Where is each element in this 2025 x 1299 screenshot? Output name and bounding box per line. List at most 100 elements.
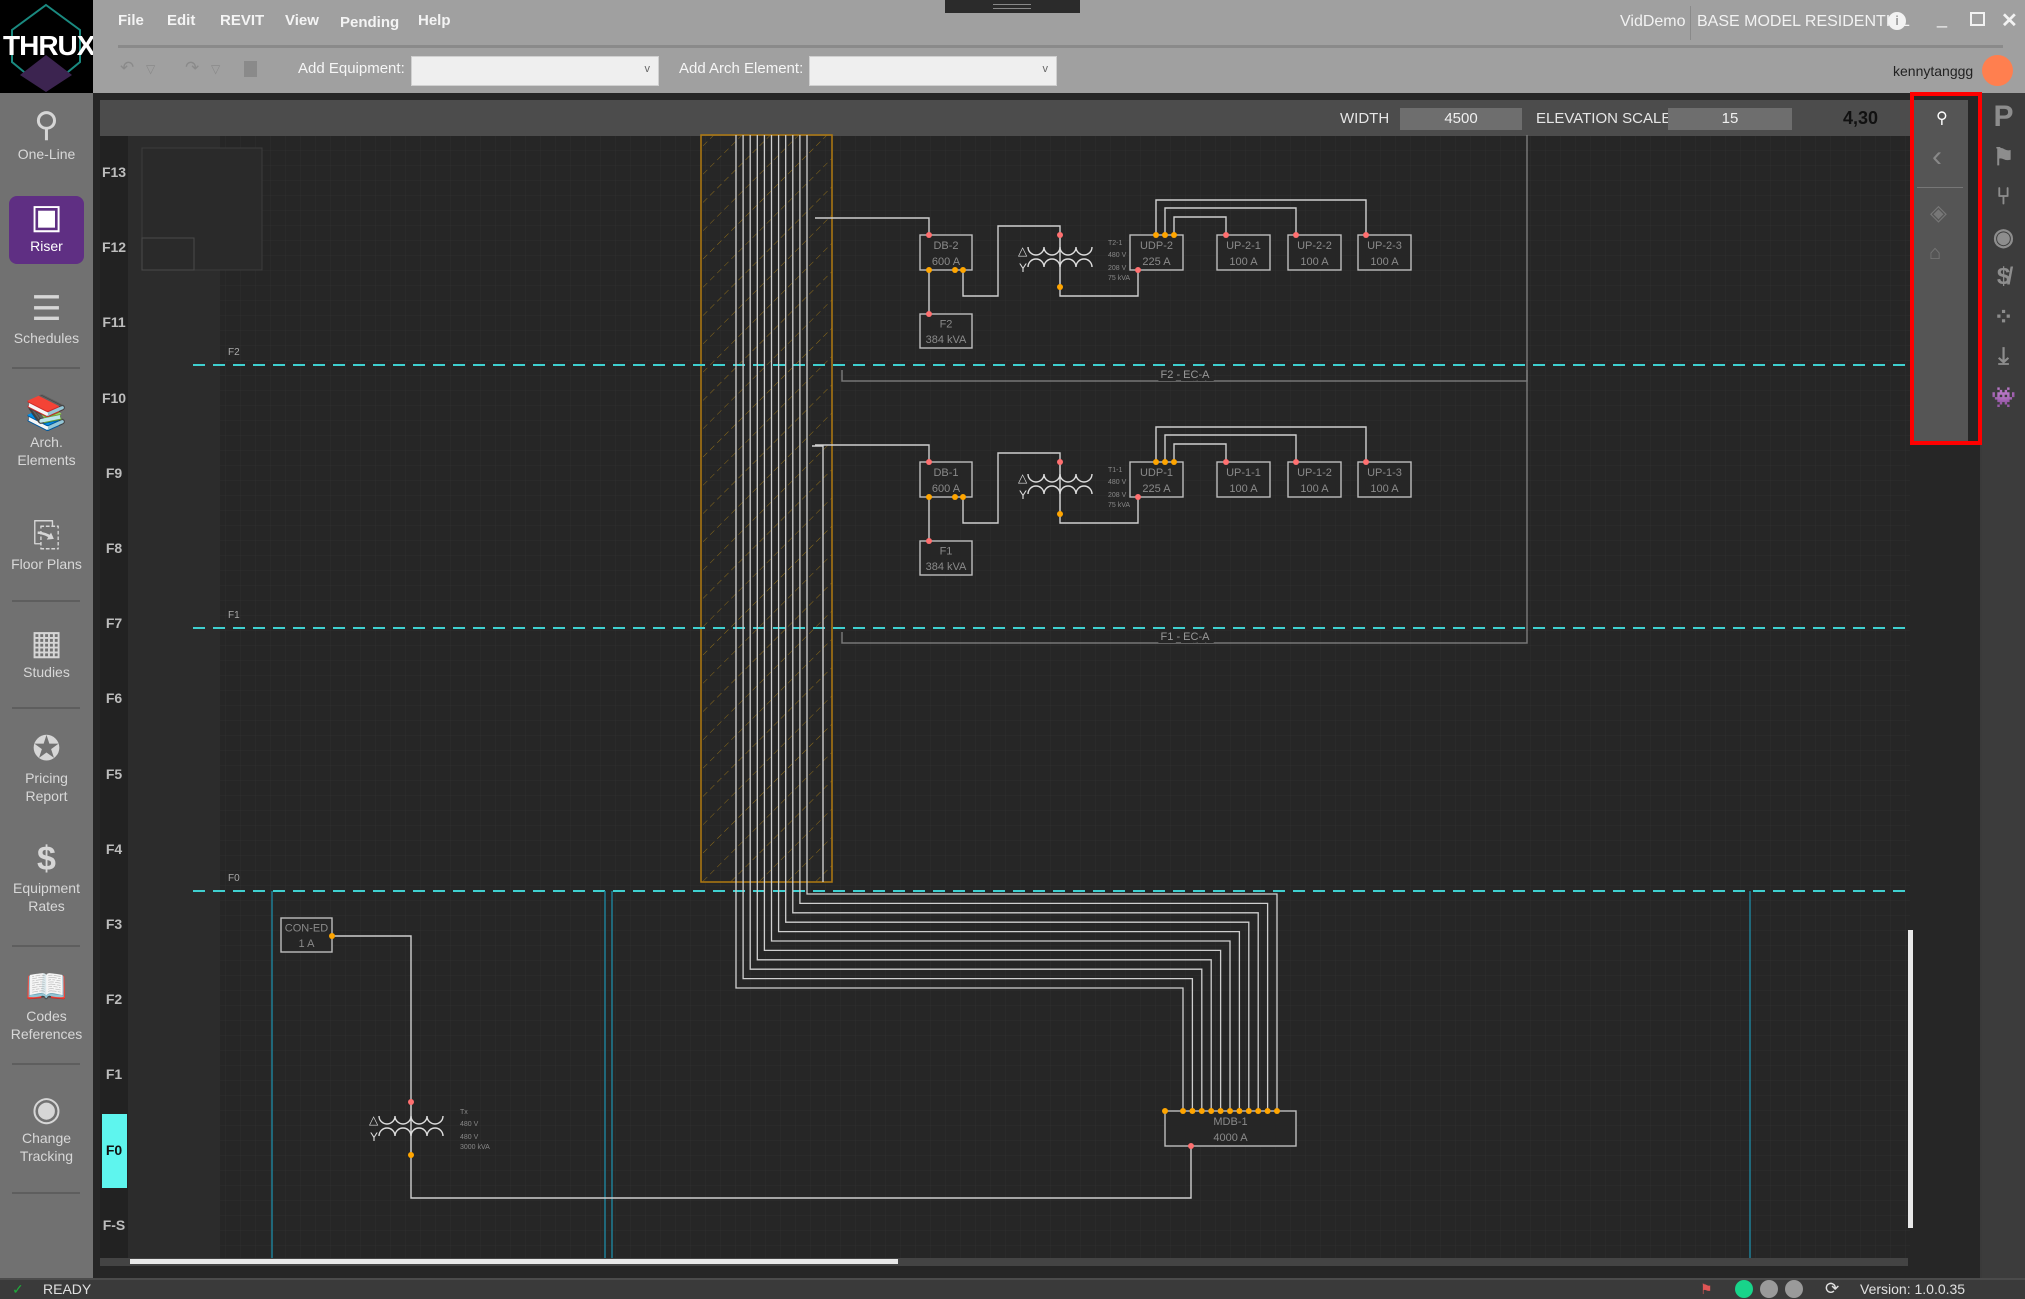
equipment-up13[interactable]: UP-1-3100 A — [1358, 462, 1411, 497]
connection-pin[interactable] — [1246, 1108, 1252, 1114]
branch-icon[interactable]: ⑂ — [1982, 183, 2025, 211]
equipment-rating: 100 A — [1370, 256, 1399, 268]
wye-symbol: Y — [370, 1130, 378, 1144]
connection-pin[interactable] — [1223, 459, 1229, 465]
connection-pin[interactable] — [1180, 1108, 1186, 1114]
connection-pin[interactable] — [1153, 232, 1159, 238]
connection-pin[interactable] — [926, 494, 932, 500]
connection-pin[interactable] — [1293, 232, 1299, 238]
connection-pin[interactable] — [408, 1152, 414, 1158]
transformer-label: 480 V — [460, 1134, 479, 1141]
p-icon[interactable]: P — [1982, 100, 2025, 134]
equipment-up11[interactable]: UP-1-1100 A — [1217, 462, 1270, 497]
connection-pin[interactable] — [1189, 1108, 1195, 1114]
connection-pin[interactable] — [926, 267, 932, 273]
connection-pin[interactable] — [1227, 1108, 1233, 1114]
status-bar — [0, 1278, 2025, 1299]
equipment-up23[interactable]: UP-2-3100 A — [1358, 235, 1411, 270]
sync-icon[interactable]: ⟳ — [1825, 1279, 1839, 1299]
riser-shaft[interactable] — [701, 135, 832, 882]
connection-pin[interactable] — [1171, 459, 1177, 465]
equipment-rating: 600 A — [932, 483, 961, 495]
connection-pin[interactable] — [1162, 232, 1168, 238]
equipment-name: CON-ED — [285, 923, 328, 935]
connection-pin[interactable] — [952, 267, 958, 273]
connection-pin[interactable] — [1199, 1108, 1205, 1114]
equipment-rating: 100 A — [1229, 483, 1258, 495]
connection-pin[interactable] — [1265, 1108, 1271, 1114]
connection-pin[interactable] — [926, 538, 932, 544]
equipment-up12[interactable]: UP-1-2100 A — [1288, 462, 1341, 497]
flag-icon[interactable]: ⚑ — [1700, 1281, 1713, 1298]
transformer-label: 75 kVA — [1108, 502, 1130, 509]
connection-pin[interactable] — [960, 267, 966, 273]
no-dollar-icon[interactable]: $̸ — [1982, 263, 2025, 291]
equipment-coned[interactable]: CON-ED1 A — [281, 918, 332, 952]
connection-pin[interactable] — [1236, 1108, 1242, 1114]
connection-pin[interactable] — [1171, 232, 1177, 238]
equipment-rating: 100 A — [1300, 256, 1329, 268]
connection-pin[interactable] — [1223, 232, 1229, 238]
connection-pin[interactable] — [1188, 1143, 1194, 1149]
delta-symbol: △ — [1018, 471, 1028, 485]
connection-pin[interactable] — [1057, 459, 1063, 465]
equipment-rating: 100 A — [1300, 483, 1329, 495]
download-icon[interactable]: ⤓ — [1982, 343, 2025, 371]
connection-pin[interactable] — [1363, 459, 1369, 465]
equipment-name: DB-1 — [933, 467, 958, 479]
equipment-udp2[interactable]: UDP-2225 A — [1130, 235, 1183, 270]
horizontal-scrollbar-thumb[interactable] — [130, 1259, 898, 1264]
connection-pin[interactable] — [1363, 232, 1369, 238]
connection-pin[interactable] — [960, 494, 966, 500]
transformer-label: T2-1 — [1108, 240, 1123, 247]
connection-pin[interactable] — [1208, 1108, 1214, 1114]
check-icon: ✓ — [12, 1281, 24, 1298]
level-label-f2: F2 — [228, 347, 240, 358]
connection-pin[interactable] — [926, 459, 932, 465]
equipment-rating: 225 A — [1142, 256, 1171, 268]
lightning-green-icon[interactable] — [1735, 1280, 1753, 1298]
equipment-f2[interactable]: F2384 kVA — [920, 314, 972, 348]
minimap[interactable] — [142, 148, 262, 270]
equipment-up22[interactable]: UP-2-2100 A — [1288, 235, 1341, 270]
connection-pin[interactable] — [1293, 459, 1299, 465]
grid-dots-icon[interactable]: ⁘ — [1982, 303, 2025, 332]
connection-pin[interactable] — [952, 494, 958, 500]
equipment-rating: 600 A — [932, 256, 961, 268]
connection-pin[interactable] — [1274, 1108, 1280, 1114]
transformer-label: Tx — [460, 1109, 468, 1116]
lightning-gray-icon[interactable] — [1760, 1280, 1778, 1298]
connection-pin[interactable] — [1162, 459, 1168, 465]
lightning-off-icon[interactable] — [1785, 1280, 1803, 1298]
connection-pin[interactable] — [1162, 1108, 1168, 1114]
equipment-up21[interactable]: UP-2-1100 A — [1217, 235, 1270, 270]
equipment-db1[interactable]: DB-1 600 A — [920, 462, 972, 497]
equipment-rating: 225 A — [1142, 483, 1171, 495]
bug-icon[interactable]: 👾 — [1982, 385, 2025, 410]
connection-pin[interactable] — [408, 1099, 414, 1105]
connection-pin[interactable] — [926, 311, 932, 317]
connection-pin[interactable] — [1153, 459, 1159, 465]
eye-icon[interactable]: ◉ — [1982, 223, 2025, 252]
connection-pin[interactable] — [1057, 232, 1063, 238]
highlight-box — [1910, 92, 1982, 445]
connection-pin[interactable] — [1135, 494, 1141, 500]
connection-pin[interactable] — [1057, 284, 1063, 290]
connection-pin[interactable] — [1135, 267, 1141, 273]
equipment-f1[interactable]: F1384 kVA — [920, 541, 972, 575]
equipment-udp1[interactable]: UDP-1225 A — [1130, 462, 1183, 497]
connection-pin[interactable] — [1057, 511, 1063, 517]
equipment-rating: 384 kVA — [926, 561, 967, 573]
connection-pin[interactable] — [1255, 1108, 1261, 1114]
riser-diagram[interactable]: F2 F1 F0 F2 - EC-A F1 - EC-A DB-2600 AF2… — [0, 0, 2025, 1299]
equipment-mdb1[interactable]: MDB-14000 A — [1165, 1111, 1296, 1146]
transformer-label: 3000 kVA — [460, 1144, 490, 1151]
transformer-label: 480 V — [460, 1121, 479, 1128]
connection-pin[interactable] — [329, 933, 335, 939]
equipment-db2[interactable]: DB-2600 A — [920, 235, 972, 270]
connection-pin[interactable] — [1218, 1108, 1224, 1114]
vertical-scrollbar[interactable] — [1908, 930, 1913, 1228]
connection-pin[interactable] — [926, 232, 932, 238]
wye-symbol: Y — [1019, 261, 1027, 275]
flag-icon[interactable]: ⚑ — [1982, 143, 2025, 172]
